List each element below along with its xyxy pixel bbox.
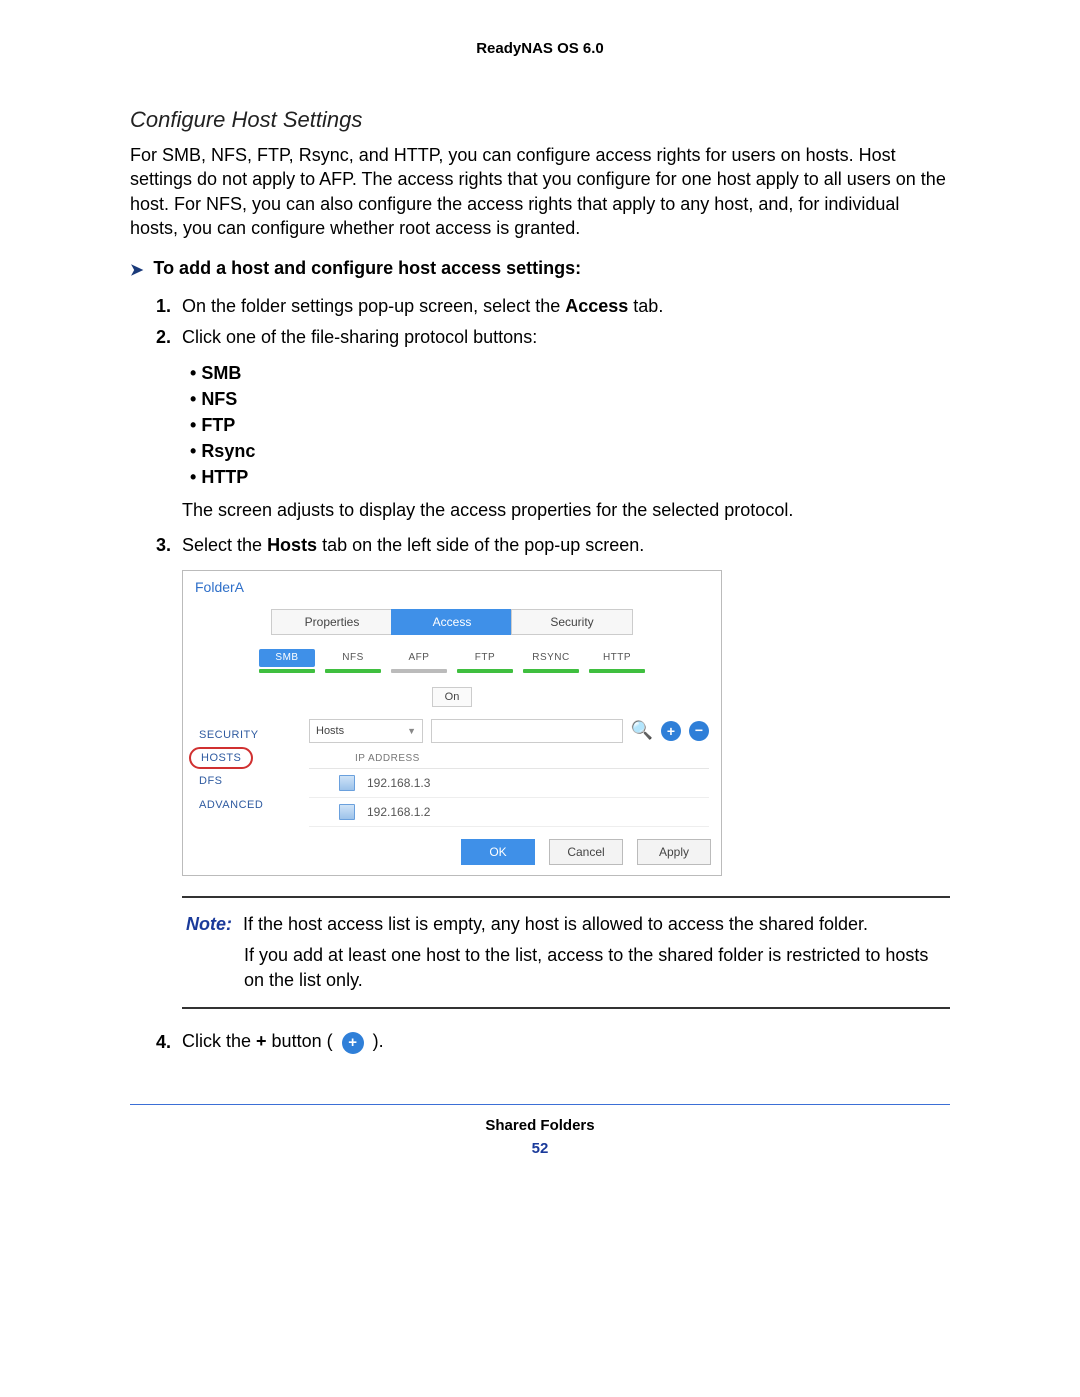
ip-cell: 192.168.1.3: [367, 776, 430, 790]
proto-http[interactable]: HTTP: [589, 649, 645, 673]
folder-settings-dialog: FolderA Properties Access Security SMB N…: [182, 570, 722, 876]
step4-text-a: Click the: [182, 1031, 256, 1051]
sidebar-item-hosts[interactable]: HOSTS: [189, 747, 253, 769]
footer-section: Shared Folders: [130, 1117, 950, 1134]
ok-button[interactable]: OK: [461, 839, 535, 865]
hosts-select[interactable]: Hosts ▼: [309, 719, 423, 743]
step2-after: The screen adjusts to display the access…: [182, 500, 950, 521]
plus-icon: +: [342, 1032, 364, 1054]
ip-cell: 192.168.1.2: [367, 805, 430, 819]
step1-text-c: tab.: [628, 296, 663, 316]
add-host-button[interactable]: +: [661, 721, 681, 741]
task-heading: ➤ To add a host and configure host acces…: [130, 258, 950, 280]
note-block: Note: If the host access list is empty, …: [182, 896, 950, 1010]
chevron-right-icon: ➤: [130, 260, 143, 280]
section-intro: For SMB, NFS, FTP, Rsync, and HTTP, you …: [130, 143, 950, 240]
host-icon: [339, 775, 355, 791]
task-label: To add a host and configure host access …: [153, 258, 581, 279]
note-line2: If you add at least one host to the list…: [244, 943, 946, 993]
ip-header: IP ADDRESS: [309, 747, 709, 769]
step3-text-a: Select the: [182, 535, 267, 555]
proto-smb[interactable]: SMB: [259, 649, 315, 673]
sidebar-item-security[interactable]: SECURITY: [199, 723, 309, 747]
step-1: 1. On the folder settings pop-up screen,…: [156, 294, 950, 319]
dialog-title: FolderA: [183, 571, 721, 603]
tab-security[interactable]: Security: [511, 609, 633, 635]
proto-ftp[interactable]: FTP: [457, 649, 513, 673]
step2-text: Click one of the file-sharing protocol b…: [182, 325, 537, 350]
apply-button[interactable]: Apply: [637, 839, 711, 865]
bullet-http: HTTP: [190, 467, 950, 488]
note-label: Note:: [186, 914, 232, 934]
on-toggle[interactable]: On: [432, 687, 473, 707]
step3-text-c: tab on the left side of the pop-up scree…: [317, 535, 644, 555]
step-2: 2. Click one of the file-sharing protoco…: [156, 325, 950, 350]
bullet-smb: SMB: [190, 363, 950, 384]
footer-page: 52: [130, 1140, 950, 1157]
step1-text-a: On the folder settings pop-up screen, se…: [182, 296, 565, 316]
proto-rsync[interactable]: RSYNC: [523, 649, 579, 673]
doc-header: ReadyNAS OS 6.0: [130, 40, 950, 57]
tab-access[interactable]: Access: [391, 609, 513, 635]
proto-afp[interactable]: AFP: [391, 649, 447, 673]
section-title: Configure Host Settings: [130, 107, 950, 133]
step1-strong: Access: [565, 296, 628, 316]
step-4: 4. Click the + button ( + ).: [156, 1031, 950, 1054]
step-3: 3. Select the Hosts tab on the left side…: [156, 533, 950, 558]
step3-strong: Hosts: [267, 535, 317, 555]
cancel-button[interactable]: Cancel: [549, 839, 623, 865]
remove-host-button[interactable]: −: [689, 721, 709, 741]
tab-properties[interactable]: Properties: [271, 609, 393, 635]
search-input[interactable]: [431, 719, 623, 743]
step4-text-d: ).: [368, 1031, 384, 1051]
bullet-nfs: NFS: [190, 389, 950, 410]
table-row[interactable]: 192.168.1.2: [309, 798, 709, 827]
proto-nfs[interactable]: NFS: [325, 649, 381, 673]
step4-text-c: button (: [267, 1031, 338, 1051]
step4-strong: +: [256, 1031, 267, 1051]
bullet-ftp: FTP: [190, 415, 950, 436]
search-icon[interactable]: 🔍: [631, 720, 653, 741]
hosts-select-label: Hosts: [316, 725, 344, 737]
table-row[interactable]: 192.168.1.3: [309, 769, 709, 798]
bullet-rsync: Rsync: [190, 441, 950, 462]
chevron-down-icon: ▼: [407, 726, 416, 736]
host-icon: [339, 804, 355, 820]
note-line1: If the host access list is empty, any ho…: [243, 914, 868, 934]
sidebar-item-dfs[interactable]: DFS: [199, 769, 309, 793]
sidebar-item-advanced[interactable]: ADVANCED: [199, 793, 309, 817]
footer-rule: [130, 1104, 950, 1105]
